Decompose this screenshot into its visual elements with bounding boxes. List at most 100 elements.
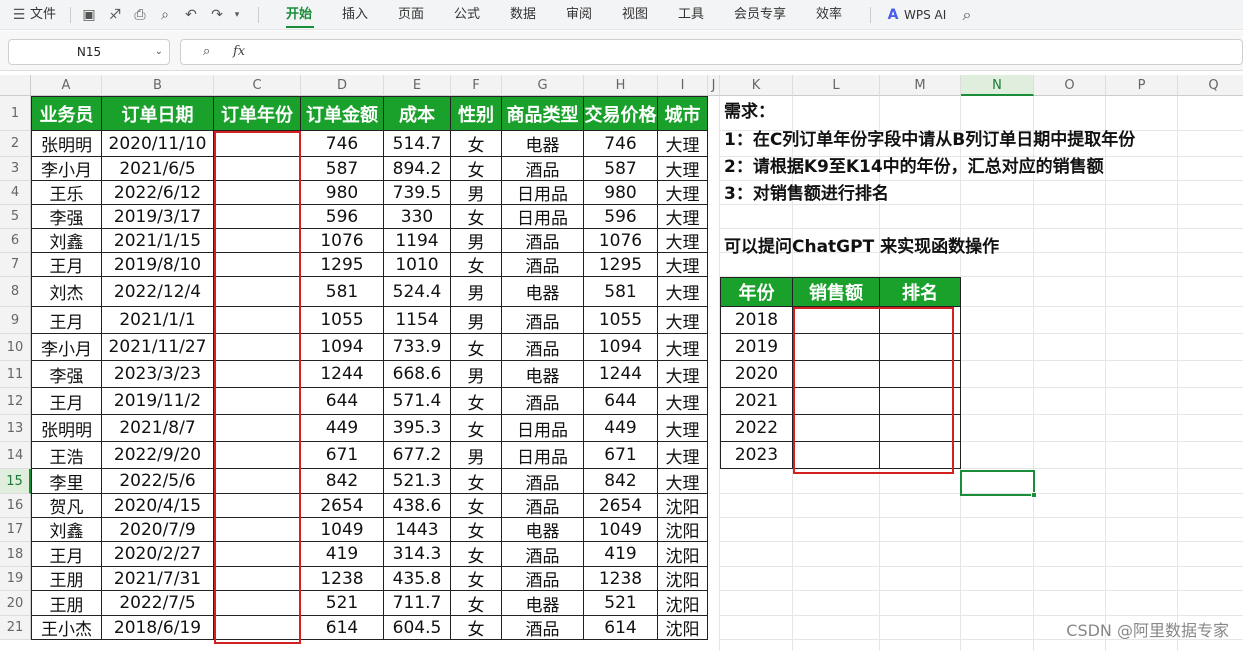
table-cell[interactable]: 大理: [658, 307, 708, 334]
search-icon[interactable]: ⌕: [958, 6, 976, 24]
name-box[interactable]: N15 ⌄: [8, 39, 170, 65]
table-cell[interactable]: 女: [451, 388, 502, 415]
table-cell[interactable]: 日用品: [502, 442, 584, 469]
table-cell[interactable]: 2023/3/23: [102, 361, 214, 388]
table-cell[interactable]: 842: [584, 469, 658, 494]
chevron-down-icon[interactable]: ⌄: [155, 40, 163, 64]
table-cell[interactable]: 沈阳: [658, 494, 708, 518]
summary-year-cell[interactable]: 2021: [720, 388, 793, 415]
tab-efficiency[interactable]: 效率: [816, 5, 842, 25]
print-preview-icon[interactable]: ⌕: [156, 6, 174, 24]
table-cell[interactable]: 2021/1/15: [102, 229, 214, 253]
column-header[interactable]: M: [880, 75, 961, 96]
table-cell[interactable]: 604.5: [384, 616, 451, 640]
table-cell[interactable]: 女: [451, 253, 502, 277]
summary-header-cell[interactable]: 销售额: [793, 277, 880, 307]
row-header[interactable]: 13: [0, 415, 31, 442]
table-cell[interactable]: 2022/6/12: [102, 181, 214, 205]
table-cell[interactable]: 电器: [502, 361, 584, 388]
table-cell[interactable]: 男: [451, 229, 502, 253]
table-cell[interactable]: 日用品: [502, 415, 584, 442]
table-cell[interactable]: 大理: [658, 205, 708, 229]
table-cell[interactable]: 1443: [384, 518, 451, 542]
table-cell[interactable]: 男: [451, 361, 502, 388]
zoom-icon[interactable]: ⌕: [203, 43, 210, 61]
summary-year-cell[interactable]: 2019: [720, 334, 793, 361]
redo-dropdown-icon[interactable]: ▾: [228, 6, 246, 24]
table-cell[interactable]: 1244: [301, 361, 384, 388]
table-cell[interactable]: 521: [584, 591, 658, 616]
row-header[interactable]: 9: [0, 307, 31, 334]
table-cell[interactable]: 894.2: [384, 157, 451, 181]
table-cell[interactable]: 2018/6/19: [102, 616, 214, 640]
row-header[interactable]: 5: [0, 205, 31, 229]
table-cell[interactable]: 1238: [584, 567, 658, 591]
table-cell[interactable]: 沈阳: [658, 542, 708, 567]
table-cell[interactable]: 1295: [301, 253, 384, 277]
column-header[interactable]: P: [1106, 75, 1178, 96]
table-cell[interactable]: 日用品: [502, 205, 584, 229]
table-cell[interactable]: 596: [584, 205, 658, 229]
table-cell[interactable]: 514.7: [384, 131, 451, 157]
table-cell[interactable]: 587: [584, 157, 658, 181]
column-header[interactable]: O: [1034, 75, 1106, 96]
table-cell[interactable]: 男: [451, 277, 502, 307]
table-cell[interactable]: 酒品: [502, 388, 584, 415]
table-cell[interactable]: 电器: [502, 277, 584, 307]
table-cell[interactable]: 王月: [31, 388, 102, 415]
table-cell[interactable]: 大理: [658, 131, 708, 157]
table-cell[interactable]: 李小月: [31, 334, 102, 361]
row-header[interactable]: 16: [0, 494, 31, 518]
tab-home[interactable]: 开始: [286, 5, 312, 25]
formula-input[interactable]: ⌕ fx: [180, 39, 1243, 65]
table-cell[interactable]: 330: [384, 205, 451, 229]
row-header[interactable]: 17: [0, 518, 31, 542]
undo-icon[interactable]: ↶: [182, 6, 200, 24]
table-cell[interactable]: 女: [451, 494, 502, 518]
table-cell[interactable]: 酒品: [502, 307, 584, 334]
table-cell[interactable]: 王朋: [31, 591, 102, 616]
table-cell[interactable]: 2020/7/9: [102, 518, 214, 542]
row-header[interactable]: 10: [0, 334, 31, 361]
table-cell[interactable]: 酒品: [502, 469, 584, 494]
table-cell[interactable]: 2654: [584, 494, 658, 518]
table-cell[interactable]: 大理: [658, 415, 708, 442]
table-cell[interactable]: 女: [451, 518, 502, 542]
table-cell[interactable]: 668.6: [384, 361, 451, 388]
table-cell[interactable]: 酒品: [502, 157, 584, 181]
table-cell[interactable]: 2021/7/31: [102, 567, 214, 591]
summary-header-cell[interactable]: 年份: [720, 277, 793, 307]
table-cell[interactable]: 大理: [658, 229, 708, 253]
table-cell[interactable]: 2019/11/2: [102, 388, 214, 415]
row-header[interactable]: 4: [0, 181, 31, 205]
table-cell[interactable]: 张明明: [31, 131, 102, 157]
table-cell[interactable]: 733.9: [384, 334, 451, 361]
column-header[interactable]: E: [384, 75, 451, 96]
table-cell[interactable]: 大理: [658, 181, 708, 205]
table-cell[interactable]: 449: [301, 415, 384, 442]
table-cell[interactable]: 980: [301, 181, 384, 205]
table-cell[interactable]: 女: [451, 542, 502, 567]
row-header[interactable]: 11: [0, 361, 31, 388]
row-header[interactable]: 20: [0, 591, 31, 616]
column-header[interactable]: F: [451, 75, 502, 96]
column-header[interactable]: J: [708, 75, 720, 96]
table-header-cell[interactable]: 订单日期: [102, 96, 214, 131]
row-header[interactable]: 14: [0, 442, 31, 469]
table-cell[interactable]: 酒品: [502, 542, 584, 567]
table-cell[interactable]: 大理: [658, 157, 708, 181]
table-cell[interactable]: 李里: [31, 469, 102, 494]
table-cell[interactable]: 2021/11/27: [102, 334, 214, 361]
row-header[interactable]: 15: [0, 469, 31, 494]
table-cell[interactable]: 酒品: [502, 334, 584, 361]
table-cell[interactable]: 587: [301, 157, 384, 181]
table-header-cell[interactable]: 性别: [451, 96, 502, 131]
column-header[interactable]: G: [502, 75, 584, 96]
file-menu[interactable]: 文件: [30, 6, 56, 24]
table-cell[interactable]: 李强: [31, 361, 102, 388]
table-header-cell[interactable]: 交易价格: [584, 96, 658, 131]
table-header-cell[interactable]: 业务员: [31, 96, 102, 131]
table-cell[interactable]: 酒品: [502, 494, 584, 518]
wps-ai-button[interactable]: WPS AI: [904, 6, 946, 24]
table-cell[interactable]: 671: [584, 442, 658, 469]
